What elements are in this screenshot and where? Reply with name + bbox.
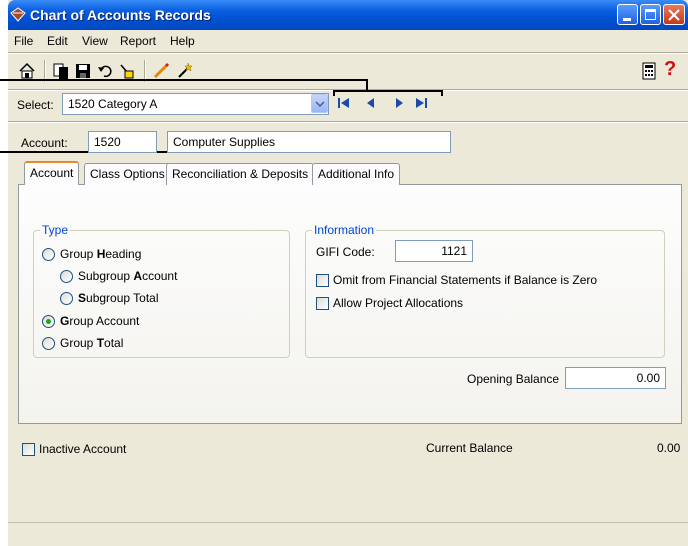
account-number-value: 1520	[94, 135, 121, 149]
opening-balance-label: Opening Balance	[467, 372, 560, 386]
next-record-icon[interactable]	[390, 94, 408, 112]
allow-project-allocations-checkbox[interactable]	[316, 297, 329, 310]
menu-divider	[8, 52, 688, 54]
select-divider	[8, 121, 688, 123]
callout-bracket	[441, 90, 443, 96]
subgroup-account-label: Subgroup Account	[78, 269, 178, 283]
menu-file[interactable]: File	[14, 34, 33, 48]
tab-account[interactable]: Account	[24, 161, 80, 185]
chevron-down-icon	[315, 101, 325, 107]
account-name-field[interactable]: Computer Supplies	[167, 131, 451, 153]
undo-icon[interactable]	[96, 62, 114, 80]
select-value: 1520 Category A	[68, 97, 158, 111]
group-account-label: Group Account	[60, 314, 140, 328]
menu-report[interactable]: Report	[120, 34, 156, 48]
calculator-icon[interactable]	[640, 62, 658, 80]
tab-additional-info[interactable]: Additional Info	[312, 163, 401, 185]
wand-icon[interactable]	[176, 62, 194, 80]
menu-bar	[8, 30, 688, 50]
group-heading-radio[interactable]	[42, 248, 55, 261]
close-icon	[668, 9, 680, 21]
menu-edit[interactable]: Edit	[47, 34, 68, 48]
select-combobox[interactable]: 1520 Category A	[62, 93, 329, 115]
allow-project-allocations-label: Allow Project Allocations	[333, 296, 464, 310]
group-total-label: Group Total	[60, 336, 124, 350]
opening-balance-value: 0.00	[636, 371, 660, 385]
inactive-account-label: Inactive Account	[39, 442, 127, 456]
pencil-icon[interactable]	[152, 62, 170, 80]
group-heading-label: Group Heading	[60, 247, 142, 261]
omit-zero-balance-checkbox[interactable]	[316, 274, 329, 287]
omit-zero-balance-label: Omit from Financial Statements if Balanc…	[333, 273, 598, 287]
save-icon[interactable]	[74, 62, 92, 80]
type-group-legend: Type	[40, 223, 71, 237]
current-balance-label: Current Balance	[426, 441, 513, 455]
maximize-button[interactable]	[640, 4, 661, 25]
menu-help[interactable]: Help	[170, 34, 195, 48]
gifi-code-value: 1121	[441, 244, 467, 258]
subgroup-total-label: Subgroup Total	[78, 291, 159, 305]
current-balance-value: 0.00	[657, 441, 681, 455]
account-name-value: Computer Supplies	[173, 135, 276, 149]
inactive-account-checkbox[interactable]	[22, 443, 35, 456]
select-dropdown-button[interactable]	[311, 94, 328, 113]
menu-view[interactable]: View	[82, 34, 108, 48]
account-number-field[interactable]: 1520	[88, 131, 157, 153]
previous-record-icon[interactable]	[362, 94, 380, 112]
subgroup-total-radio[interactable]	[60, 292, 73, 305]
app-icon	[10, 7, 26, 22]
account-label: Account:	[21, 136, 68, 150]
gifi-code-field[interactable]: 1121	[395, 240, 473, 262]
first-record-icon[interactable]	[336, 94, 354, 112]
close-button[interactable]	[663, 4, 685, 25]
maximize-icon	[645, 9, 656, 20]
last-record-icon[interactable]	[412, 94, 430, 112]
tab-reconciliation-deposits[interactable]: Reconciliation & Deposits	[166, 163, 315, 185]
callout-line	[0, 79, 368, 81]
opening-balance-field[interactable]: 0.00	[565, 367, 666, 389]
home-icon[interactable]	[18, 62, 36, 80]
window-title: Chart of Accounts Records	[30, 7, 211, 23]
group-total-radio[interactable]	[42, 337, 55, 350]
callout-bracket	[333, 90, 335, 96]
cleanup-icon[interactable]	[118, 62, 136, 80]
group-account-radio[interactable]	[42, 315, 55, 328]
subgroup-account-radio[interactable]	[60, 270, 73, 283]
status-bar	[8, 522, 688, 546]
minimize-icon	[623, 18, 631, 21]
callout-bracket	[333, 90, 443, 92]
copy-icon[interactable]	[52, 62, 70, 80]
tab-class-options[interactable]: Class Options	[84, 163, 171, 185]
select-label: Select:	[17, 98, 54, 112]
information-group-legend: Information	[312, 223, 377, 237]
help-icon[interactable]: ?	[664, 58, 676, 81]
minimize-button[interactable]	[617, 4, 638, 25]
gifi-code-label: GIFI Code:	[316, 245, 375, 259]
